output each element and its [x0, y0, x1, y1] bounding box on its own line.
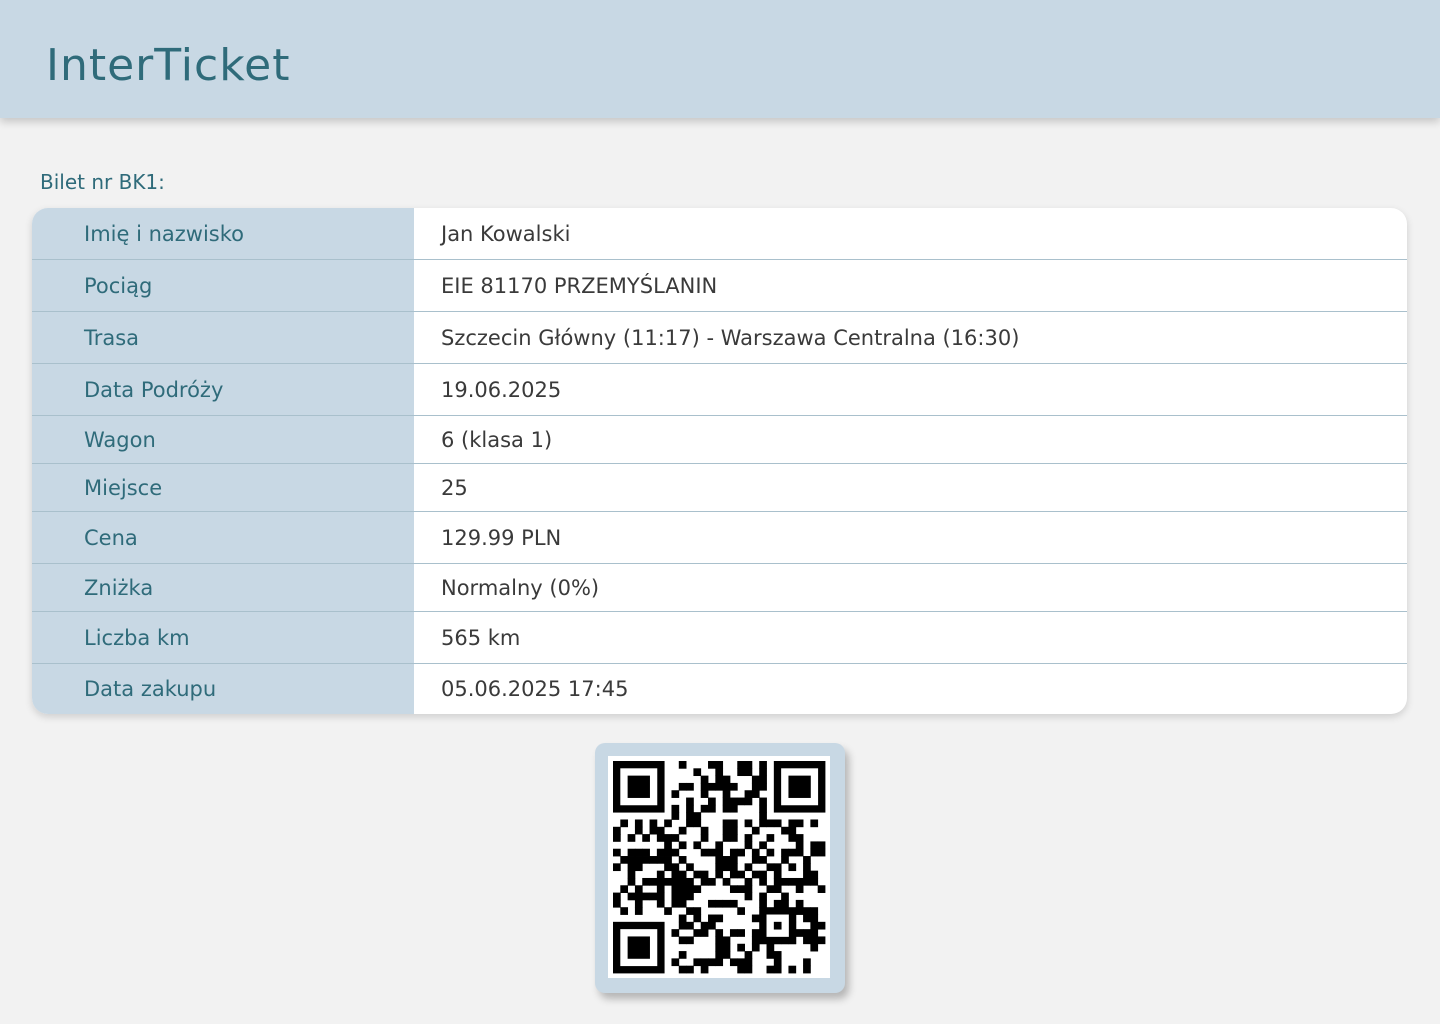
row-label: Miejsce — [32, 464, 414, 511]
row-value: Normalny (0%) — [441, 575, 600, 600]
row-label: Wagon — [32, 416, 414, 463]
row-purchase-date: Data zakupu 05.06.2025 17:45 — [32, 663, 1407, 714]
row-label: Data zakupu — [32, 664, 414, 714]
row-value: Szczecin Główny (11:17) - Warszawa Centr… — [441, 325, 1020, 350]
row-value: EIE 81170 PRZEMYŚLANIN — [441, 273, 718, 298]
qr-code-frame — [595, 743, 845, 993]
row-value: 6 (klasa 1) — [441, 427, 553, 452]
row-label: Pociąg — [32, 260, 414, 311]
row-wagon: Wagon 6 (klasa 1) — [32, 415, 1407, 463]
brand-logo: InterTicket — [46, 40, 291, 91]
row-value: Jan Kowalski — [441, 221, 571, 246]
row-train: Pociąg EIE 81170 PRZEMYŚLANIN — [32, 259, 1407, 311]
ticket-details-table: Imię i nazwisko Jan Kowalski Pociąg EIE … — [32, 208, 1407, 714]
app-header: InterTicket — [0, 0, 1440, 118]
row-label: Imię i nazwisko — [32, 208, 414, 259]
row-name: Imię i nazwisko Jan Kowalski — [32, 208, 1407, 259]
row-label: Cena — [32, 512, 414, 563]
row-label: Zniżka — [32, 564, 414, 611]
row-price: Cena 129.99 PLN — [32, 511, 1407, 563]
row-travel-date: Data Podróży 19.06.2025 — [32, 363, 1407, 415]
row-route: Trasa Szczecin Główny (11:17) - Warszawa… — [32, 311, 1407, 363]
row-value: 05.06.2025 17:45 — [441, 677, 629, 701]
qr-code-icon — [608, 756, 830, 978]
row-distance: Liczba km 565 km — [32, 611, 1407, 663]
row-label: Data Podróży — [32, 364, 414, 415]
row-label: Liczba km — [32, 612, 414, 663]
row-discount: Zniżka Normalny (0%) — [32, 563, 1407, 611]
row-value: 129.99 PLN — [441, 525, 562, 550]
ticket-number-label: Bilet nr BK1: — [40, 170, 165, 194]
row-value: 565 km — [441, 625, 521, 650]
row-value: 19.06.2025 — [441, 377, 562, 402]
row-seat: Miejsce 25 — [32, 463, 1407, 511]
row-label: Trasa — [32, 312, 414, 363]
row-value: 25 — [441, 475, 468, 500]
